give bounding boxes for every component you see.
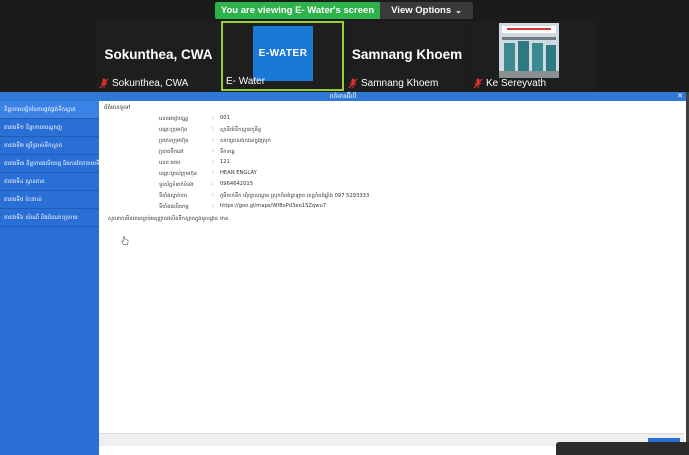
speaker-toast (556, 442, 689, 455)
field-link[interactable]: https://goo.gl/maps/Wf8oPd3eo1SZqwu7 (220, 203, 326, 209)
detail-row: ប្រភេទក្រុមហ៊ុន : សហគ្រាសឯកជនក្នុងស្រុក (99, 137, 684, 147)
participant-tile[interactable]: Ke Sereyvath (470, 21, 594, 91)
field-value: 0964642015 (220, 181, 254, 187)
sidebar-item-label: តារាងទី៤ ស្ថានភាព (4, 178, 45, 185)
view-options-label: View Options (391, 5, 452, 16)
sidebar-item[interactable]: តារាងទី៦ សំណើ និងដំណោះស្រាយ (0, 209, 99, 227)
participant-label: Sokunthea, CWA (99, 78, 188, 89)
ewater-logo: E-WATER (253, 26, 313, 81)
chevron-down-icon: ⌄ (455, 6, 462, 15)
field-value: ទឹកទន្លេ (220, 149, 235, 155)
sidebar-item-label: តារាងទី៣ និន្នាការផលិតកម្ម និងការចែកចាយទ… (4, 160, 99, 167)
field-label: លេខអាជ្ញាបណ្ណ (159, 116, 189, 122)
shared-screen: ពត៌មានអ៊ីលី ✕ និន្នាការលម្អិតនៃការផ្គត់ផ… (0, 92, 689, 455)
detail-row: ទូរស័ព្ទទំនាក់ទំនង : 0964642015 (99, 181, 684, 191)
field-separator: : (212, 170, 214, 176)
shared-app-window: ពត៌មានអ៊ីលី ✕ និន្នាការលម្អិតនៃការផ្គត់ផ… (0, 92, 686, 455)
participant-tile[interactable]: Sokunthea, CWA Sokunthea, CWA (96, 21, 221, 91)
sidebar-item-label: និន្នាការលម្អិតនៃការផ្គត់ផ្គង់ទឹកស្អាត (4, 106, 76, 113)
mic-muted-icon (348, 78, 358, 89)
field-separator: : (212, 192, 214, 198)
detail-row: ប្រភពទឹកឆៅ : ទឹកទន្លេ (99, 148, 684, 158)
hand-cursor-icon (121, 236, 129, 246)
detail-row: ឈ្មោះក្រុមហ៊ុន : ស្ថានីយ៍ទឹកស្អាតកូនីទ្ធ (99, 126, 684, 136)
participant-name: Samnang Khoem (361, 78, 439, 89)
detail-row: លេខអាជ្ញាបណ្ណ : 001 (99, 115, 684, 125)
field-separator: : (212, 148, 214, 154)
mic-muted-icon (473, 78, 483, 89)
sidebar-item-label: តារាងទី៥ ប៉ះពាល់ (4, 196, 42, 203)
sidebar-item[interactable]: តារាងទី៣ និន្នាការផលិតកម្ម និងការចែកចាយទ… (0, 155, 99, 173)
field-value: ភូមិចាក់ទឹក ឃុំក្បាលស្ពាន ស្រុកកំពង់ត្រឡ… (220, 193, 370, 199)
field-label: លេខ អតប (159, 160, 181, 166)
field-value: 001 (220, 115, 230, 121)
field-value: សហគ្រាសឯកជនក្នុងស្រុក (220, 138, 271, 144)
field-label: ប្រភពទឹកឆៅ (159, 149, 184, 155)
participant-display-name: Samnang Khoem (351, 47, 463, 62)
detail-row: ទីតាំងស្នាក់ការ : ភូមិចាក់ទឹក ឃុំក្បាលស្… (99, 192, 684, 202)
detail-row: លេខ អតប : 121 (99, 159, 684, 169)
close-icon[interactable]: ✕ (677, 92, 683, 101)
sidebar-item[interactable]: តារាងទី២ ប្រើប្រាស់ទឹកស្អាត (0, 137, 99, 155)
detail-panel: ព័ត៌មានទូទៅ លេខអាជ្ញាបណ្ណ : 001 ឈ្មោះក្រ… (99, 101, 684, 446)
sidebar-item-label: តារាងទី៦ សំណើ និងដំណោះស្រាយ (4, 214, 78, 221)
viewing-screen-text: You are viewing E- Water's screen (220, 5, 375, 16)
sidebar-item-label: តារាងទី២ ប្រើប្រាស់ទឹកស្អាត (4, 142, 63, 149)
field-label: ឈ្មោះម្ចាស់ក្រុមហ៊ុន (159, 171, 198, 177)
sidebar-item[interactable]: តារាងទី៥ ប៉ះពាល់ (0, 191, 99, 209)
sidebar-item-label: តារាងទី១ និន្នាការតបណ្ដាញ (4, 124, 63, 131)
field-value: ស្ថានីយ៍ទឹកស្អាតកូនីទ្ធ (220, 127, 262, 133)
sidebar-item[interactable]: និន្នាការលម្អិតនៃការផ្គត់ផ្គង់ទឹកស្អាត (0, 101, 99, 119)
field-separator: : (212, 115, 214, 121)
app-sidebar: និន្នាការលម្អិតនៃការផ្គត់ផ្គង់ទឹកស្អាត ត… (0, 101, 99, 455)
screen-share-banner: You are viewing E- Water's screen View O… (0, 0, 689, 20)
section-title: ព័ត៌មានទូទៅ (104, 105, 131, 111)
field-separator: : (212, 181, 214, 187)
avatar-text: E-WATER (258, 48, 308, 59)
field-separator: : (212, 137, 214, 143)
participant-name: E- Water (226, 76, 266, 87)
water-plant-photo (499, 23, 559, 78)
window-title: ពត៌មានអ៊ីលី (329, 93, 357, 100)
detail-row: ទីតាំងផលិតកម្ម : https://goo.gl/maps/Wf8… (99, 203, 684, 213)
participant-tile-active[interactable]: E-WATER E- Water (221, 21, 344, 91)
field-value: មាន (220, 216, 229, 222)
field-separator: : (212, 215, 214, 221)
field-label: សូចនាករមិនមានច្បាប់អនុញ្ញាតផលិតទឹកស្អាតក… (108, 216, 219, 222)
field-value: 121 (220, 159, 230, 165)
field-separator: : (212, 126, 214, 132)
participant-name: Ke Sereyvath (486, 78, 547, 89)
detail-row: ឈ្មោះម្ចាស់ក្រុមហ៊ុន : HEAN ENGLAY (99, 170, 684, 180)
detail-row: សូចនាករមិនមានច្បាប់អនុញ្ញាតផលិតទឹកស្អាតក… (99, 215, 684, 225)
field-separator: : (212, 203, 214, 209)
view-options-button[interactable]: View Options ⌄ (380, 2, 473, 19)
participant-tile[interactable]: Samnang Khoem Samnang Khoem (345, 21, 469, 91)
sidebar-item[interactable]: តារាងទី៤ ស្ថានភាព (0, 173, 99, 191)
sidebar-item[interactable]: តារាងទី១ និន្នាការតបណ្ដាញ (0, 119, 99, 137)
mic-muted-icon (99, 78, 109, 89)
participant-strip: Sokunthea, CWA Sokunthea, CWA E-WATER E-… (0, 20, 689, 92)
participant-label: Ke Sereyvath (473, 78, 546, 89)
field-label: ទូរស័ព្ទទំនាក់ទំនង (159, 182, 194, 188)
field-separator: : (212, 159, 214, 165)
participant-display-name: Sokunthea, CWA (104, 47, 213, 62)
viewing-screen-indicator: You are viewing E- Water's screen (215, 2, 380, 19)
participant-name: Sokunthea, CWA (112, 78, 189, 89)
participant-label: E- Water (226, 76, 265, 87)
field-value: HEAN ENGLAY (220, 170, 257, 176)
participant-label: Samnang Khoem (348, 78, 438, 89)
window-title-bar: ពត៌មានអ៊ីលី ✕ (0, 92, 686, 101)
